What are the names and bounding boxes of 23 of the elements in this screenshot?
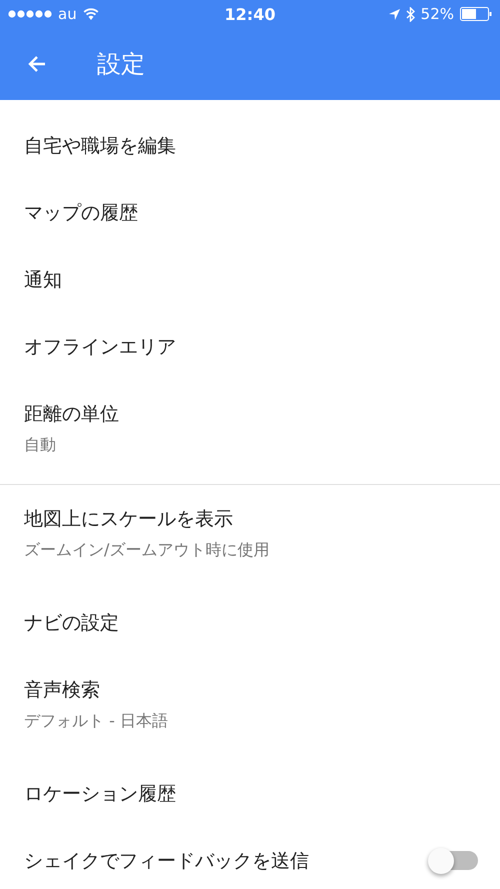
clock: 12:40 [224, 4, 276, 24]
toggle-switch[interactable] [428, 848, 478, 874]
settings-item[interactable]: マップの履歴 [0, 179, 500, 246]
settings-item-value: デフォルト - 日本語 [24, 710, 169, 732]
signal-icon [8, 10, 52, 18]
battery-percent: 52% [420, 5, 454, 23]
settings-item-title[interactable]: 地図上にスケールを表示 [24, 506, 476, 532]
settings-item-title[interactable]: 音声検索 [24, 676, 476, 702]
settings-item[interactable]: ロケーション履歴 [0, 760, 500, 827]
battery-icon [460, 7, 492, 21]
location-arrow-icon [388, 8, 400, 20]
settings-item[interactable]: ナビの設定 [0, 589, 500, 656]
settings-item-value: ズームイン/ズームアウト時に使用 [24, 540, 270, 560]
settings-item-title[interactable]: 距離の単位 [24, 400, 476, 426]
settings-item-title: シェイクでフィードバックを送信 [24, 848, 309, 874]
bluetooth-icon [406, 6, 415, 22]
app-bar-title: 設定 [97, 49, 145, 80]
settings-item[interactable]: 通知 [0, 246, 500, 313]
settings-item-value: 自動 [24, 434, 57, 456]
carrier: au [58, 5, 77, 23]
settings-item[interactable]: オフラインエリア [0, 313, 500, 380]
settings-item[interactable]: 自宅や職場を編集 [0, 112, 500, 179]
wifi-icon [82, 8, 99, 20]
